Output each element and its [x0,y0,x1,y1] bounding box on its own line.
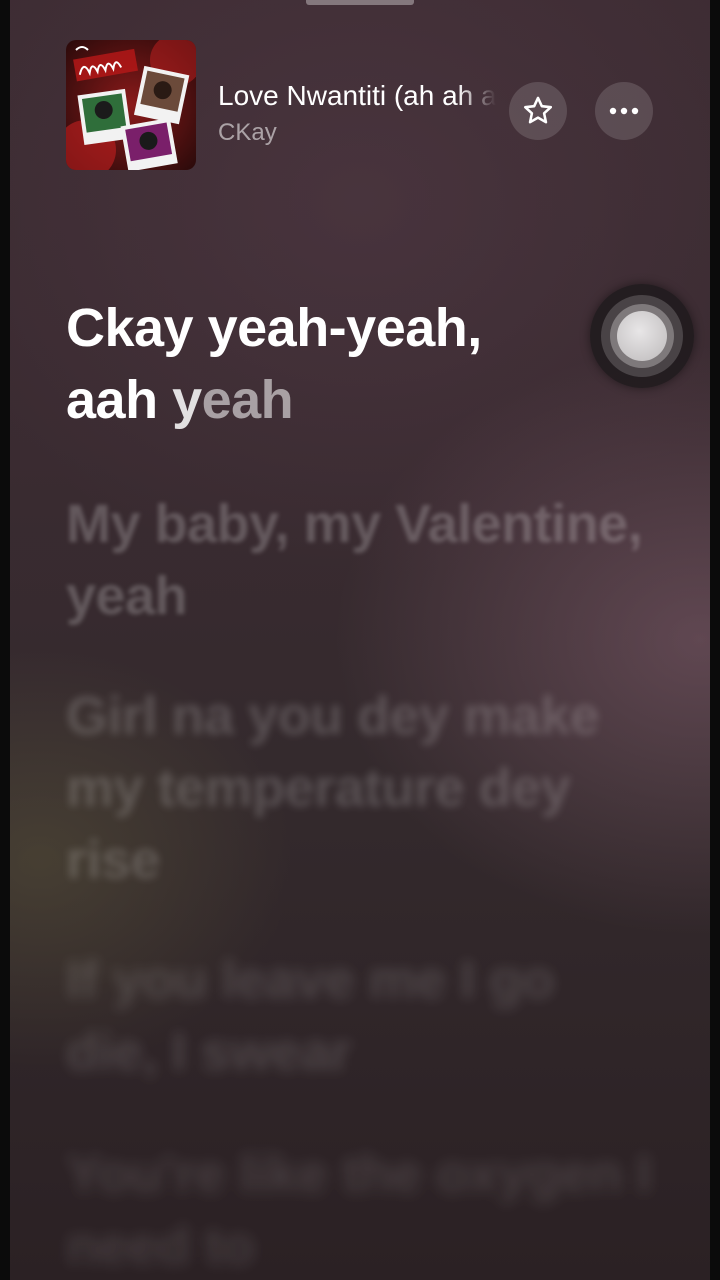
assistive-touch-button[interactable] [590,284,694,388]
right-edge [710,0,720,1280]
now-playing-header: Love Nwantiti (ah ah ah) CKay [66,40,654,170]
assistive-touch-icon [601,295,683,377]
lyric-line-upcoming[interactable]: Girl na you dey make my temperature dey … [66,680,656,896]
more-options-button[interactable] [595,82,653,140]
lyric-active-text-2a: aah [66,370,173,430]
song-title[interactable]: Love Nwantiti (ah ah ah) [218,80,496,116]
lyric-line-active[interactable]: Ckay yeah-yeah, aah yeah [66,292,566,436]
lyric-line-upcoming[interactable]: My baby, my Valentine, yeah [66,488,656,632]
now-playing-lyrics-screen: Love Nwantiti (ah ah ah) CKay Ckay yeah-… [0,0,720,1280]
favorite-button[interactable] [509,82,567,140]
assistive-touch-core [617,311,667,361]
lyric-line-upcoming[interactable]: If you leave me I go die, I swear [66,944,656,1088]
sheet-grabber[interactable] [306,0,414,5]
lyric-line-upcoming[interactable]: You're like the oxygen I need to [66,1138,656,1280]
assistive-touch-ring [610,304,674,368]
lyric-active-text-2b: y [172,370,202,430]
star-icon [523,96,553,124]
album-artwork[interactable] [66,40,196,170]
left-edge [0,0,10,1280]
song-artist[interactable]: CKay [218,119,277,147]
lyric-active-text-2c: eah [201,370,294,430]
album-artwork-image [66,40,196,170]
lyric-active-text-1: Ckay yeah-yeah, [66,298,482,358]
ellipsis-icon [609,107,639,115]
